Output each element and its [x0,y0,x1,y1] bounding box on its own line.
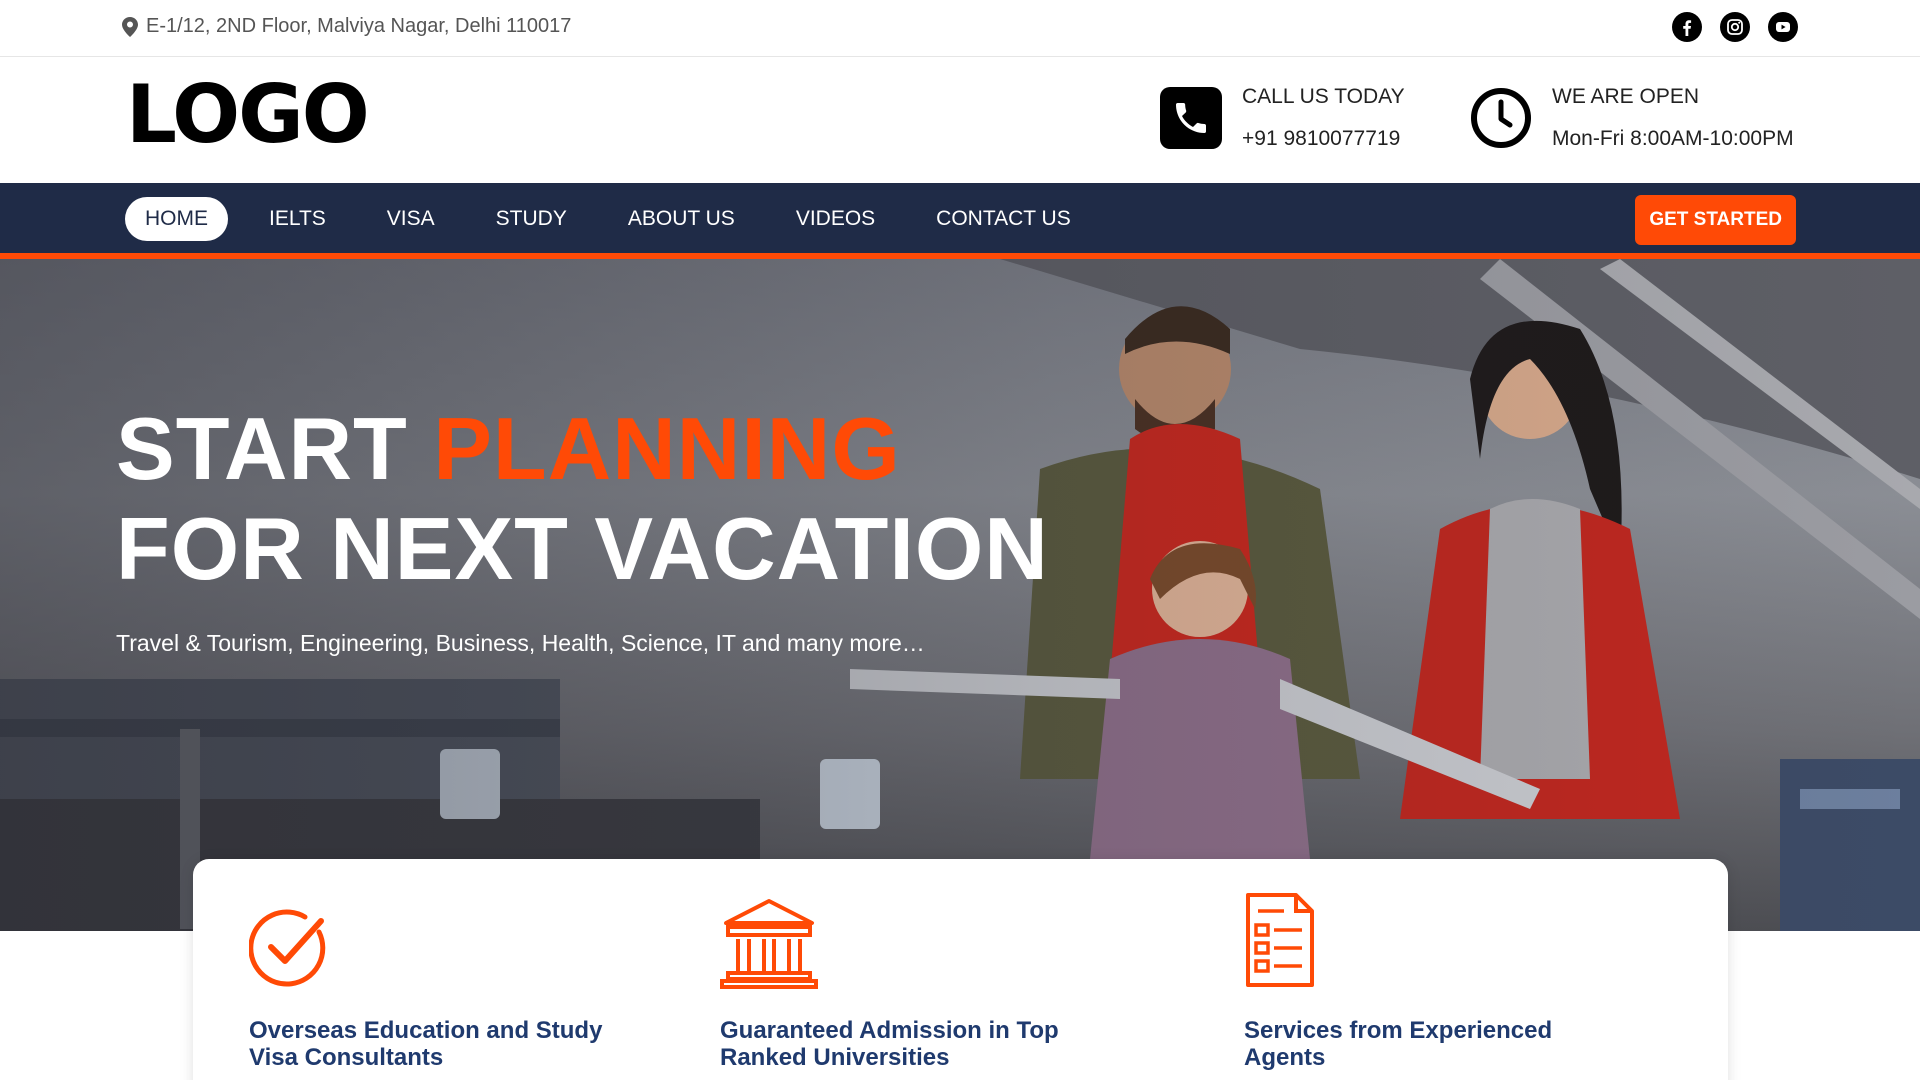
address: E-1/12, 2ND Floor, Malviya Nagar, Delhi … [122,15,571,38]
document-list-icon [1244,893,1624,989]
phone-icon [1160,87,1222,149]
feature-item-education[interactable]: Overseas Education and Study Visa Consul… [249,899,629,1071]
feature-title-education: Overseas Education and Study Visa Consul… [249,1017,603,1071]
hero-title-accent: PLANNING [433,399,901,498]
facebook-icon[interactable] [1672,12,1702,42]
check-circle-icon [249,899,629,989]
opening-hours-block: WE ARE OPEN Mon-Fri 8:00AM-10:00PM [1470,85,1794,151]
feature-item-agents[interactable]: Services from Experienced Agents [1244,893,1624,1071]
hero-title-part1: START [116,399,434,498]
get-started-button[interactable]: GET STARTED [1635,195,1796,245]
hero-banner: START PLANNING FOR NEXT VACATION Travel … [0,259,1920,931]
opening-hours: Mon-Fri 8:00AM-10:00PM [1552,127,1794,150]
nav-item-videos[interactable]: VIDEOS [776,197,895,241]
youtube-icon[interactable] [1768,12,1798,42]
top-bar: E-1/12, 2ND Floor, Malviya Nagar, Delhi … [0,0,1920,57]
site-header: LOGO CALL US TODAY +91 9810077719 WE ARE… [0,57,1920,183]
hero-title-line2: FOR NEXT VACATION [116,499,1049,598]
address-text: E-1/12, 2ND Floor, Malviya Nagar, Delhi … [146,15,572,37]
feature-title-agents: Services from Experienced Agents [1244,1017,1553,1071]
university-icon [720,899,1100,989]
main-nav: HOME IELTS VISA STUDY ABOUT US VIDEOS CO… [0,183,1920,259]
nav-item-ielts[interactable]: IELTS [249,197,346,241]
phone-number[interactable]: +91 9810077719 [1242,127,1405,151]
call-label: CALL US TODAY [1242,85,1405,108]
location-pin-icon [122,16,138,37]
hero-title: START PLANNING FOR NEXT VACATION [116,399,1049,599]
features-card: Overseas Education and Study Visa Consul… [193,859,1728,1080]
nav-item-visa[interactable]: VISA [367,197,455,241]
hero-subtitle: Travel & Tourism, Engineering, Business,… [116,630,925,656]
feature-title-admission: Guaranteed Admission in Top Ranked Unive… [720,1017,1059,1071]
call-us-block: CALL US TODAY +91 9810077719 [1160,85,1405,151]
instagram-icon[interactable] [1720,12,1750,42]
feature-item-admission[interactable]: Guaranteed Admission in Top Ranked Unive… [720,899,1100,1071]
nav-item-contact-us[interactable]: CONTACT US [916,197,1091,241]
open-label: WE ARE OPEN [1552,85,1700,108]
nav-item-about-us[interactable]: ABOUT US [608,197,755,241]
nav-item-study[interactable]: STUDY [476,197,587,241]
social-links [1672,12,1798,42]
clock-icon [1470,87,1532,149]
nav-item-home[interactable]: HOME [125,197,228,241]
logo[interactable]: LOGO [126,75,370,155]
